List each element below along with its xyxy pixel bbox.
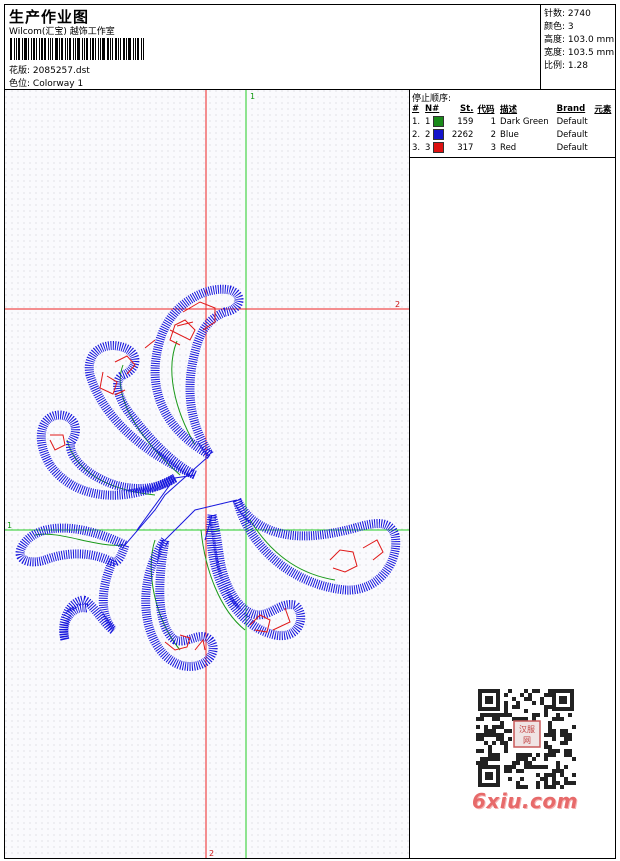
qr-code-pattern: 汉服 网 <box>470 683 582 795</box>
design-label: 花版: <box>9 66 31 76</box>
col-code: 代码 <box>477 105 495 115</box>
colorway-label: 色位: <box>9 79 31 89</box>
table-row[interactable]: 3. 3 317 3 Red Default <box>410 141 615 154</box>
table-row[interactable]: 1. 1 159 1 Dark Green Default <box>410 115 615 128</box>
stat-width: 宽度: 103.5 mm <box>544 48 615 58</box>
embroidery-preview: 1 2 1 2 <box>5 90 409 858</box>
color-swatch <box>433 129 445 140</box>
axis-label-v1: 1 <box>250 92 255 101</box>
grid-background <box>5 90 409 858</box>
company-name: Wilcom(汇宝) 越饰工作室 <box>9 27 115 37</box>
table-row[interactable]: 2. 2 2262 2 Blue Default <box>410 128 615 141</box>
watermark-text: 6xiu.com <box>472 789 578 813</box>
col-description: 描述 <box>500 105 518 115</box>
col-needle: N# <box>425 104 440 114</box>
colorway-value: Colorway 1 <box>32 79 84 89</box>
qr-code-image: 汉服 网 <box>470 683 582 795</box>
color-swatch <box>433 116 445 127</box>
stat-colors: 颜色: 3 <box>544 22 574 32</box>
col-brand: Brand <box>556 104 586 114</box>
table-divider <box>410 157 615 158</box>
design-canvas[interactable]: 1 2 1 2 <box>5 90 410 858</box>
stop-sequence-table: # N# St. 代码 描述 Brand 元素 1. 1 159 1 Dark … <box>410 103 615 154</box>
design-value: 2085257.dst <box>32 66 90 76</box>
stat-stitches: 针数: 2740 <box>544 9 591 19</box>
stats-box: 针数: 2740 颜色: 3 高度: 103.0 mm 宽度: 103.5 mm… <box>540 5 616 89</box>
svg-text:网: 网 <box>523 736 531 745</box>
barcode <box>10 38 145 60</box>
sheet-header: 生产作业图 Wilcom(汇宝) 越饰工作室 花版: 2085257.dst 色… <box>5 5 615 90</box>
color-swatch <box>433 142 445 153</box>
axis-label-v2: 2 <box>209 849 214 858</box>
colorway: 色位: Colorway 1 <box>9 76 83 89</box>
stat-height: 高度: 103.0 mm <box>544 35 615 45</box>
col-element: 元素 <box>594 105 612 115</box>
axis-label-h2: 2 <box>395 300 400 309</box>
col-index: # <box>412 104 420 114</box>
axis-label-h1: 1 <box>7 521 12 530</box>
design-file: 花版: 2085257.dst <box>9 63 90 76</box>
stat-scale: 比例: 1.28 <box>544 61 588 71</box>
table-header-row: # N# St. 代码 描述 Brand 元素 <box>410 103 615 115</box>
qr-logo-text: 汉服 <box>519 725 535 734</box>
col-stitches: St. <box>460 104 474 114</box>
